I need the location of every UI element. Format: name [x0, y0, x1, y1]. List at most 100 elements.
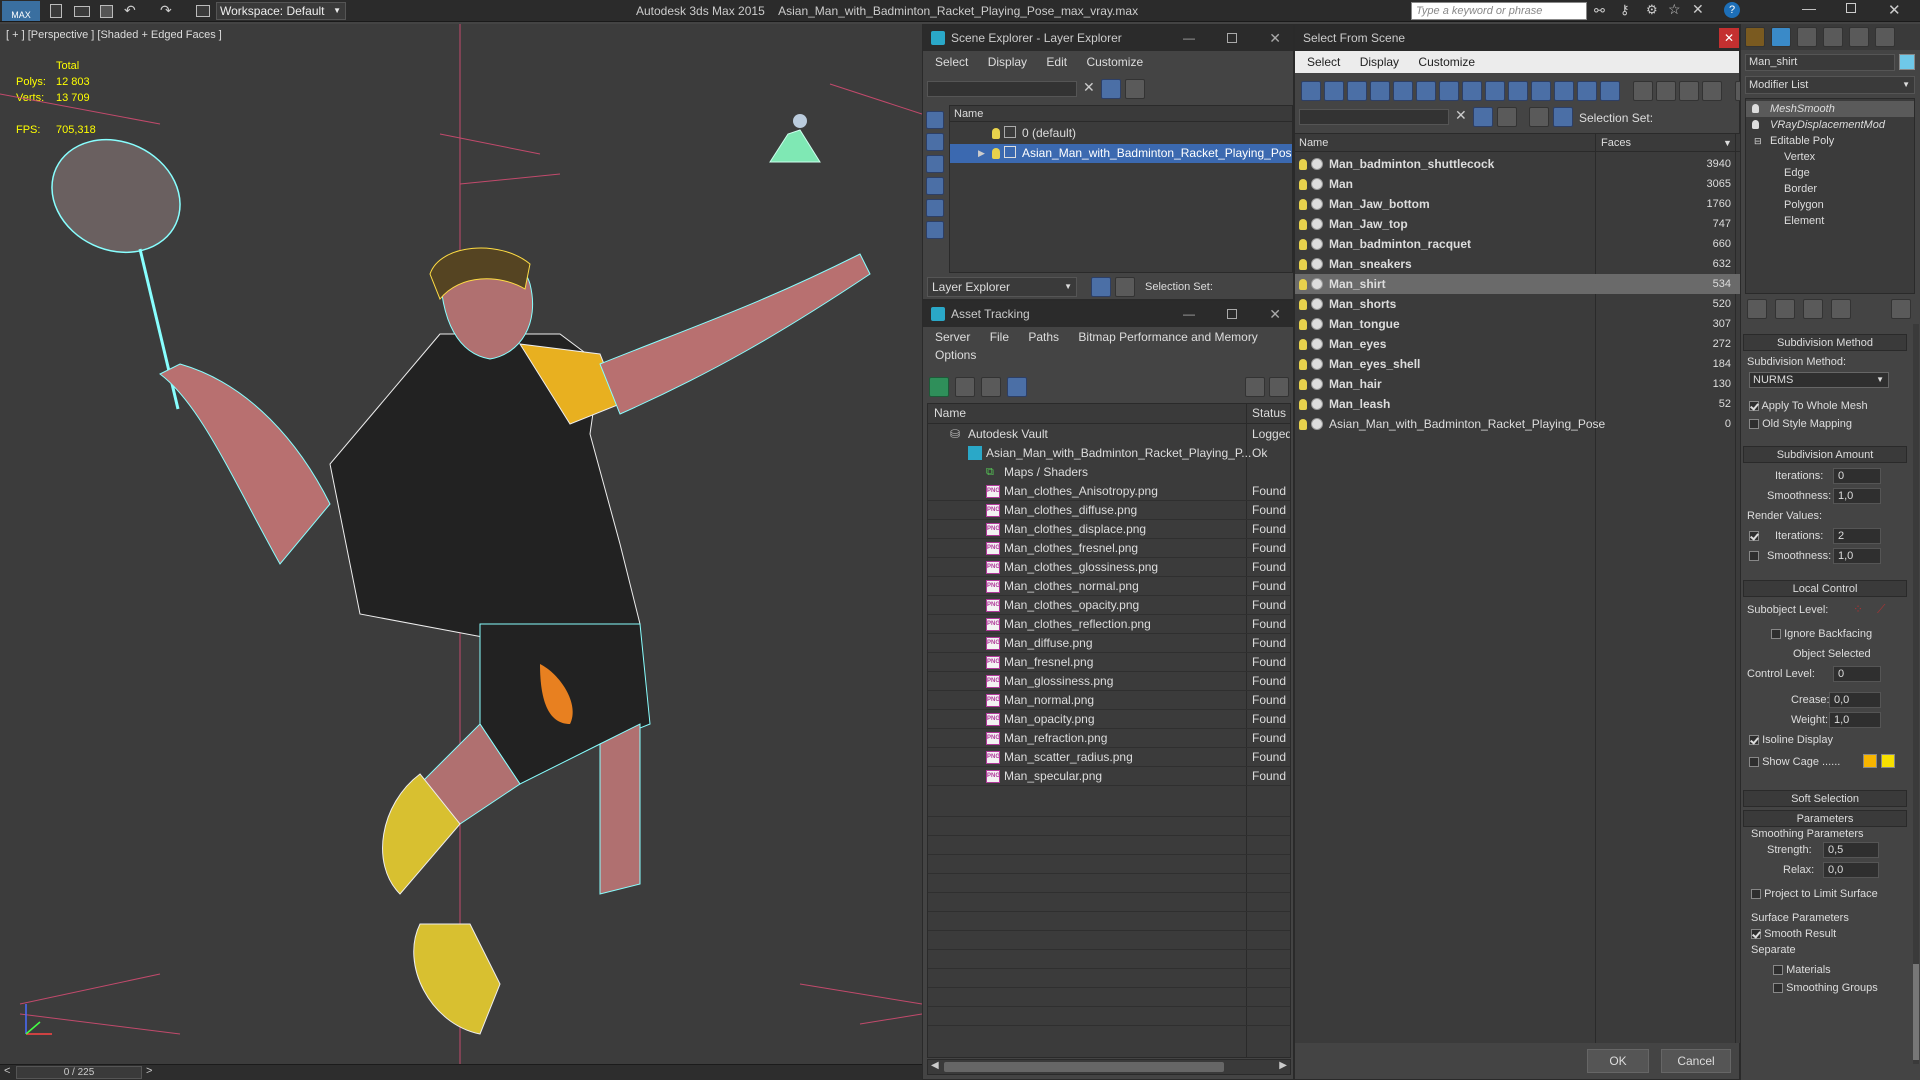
chevron-down-icon[interactable]: ▼: [1723, 134, 1732, 151]
asset-map-row[interactable]: PNG Man_clothes_diffuse.png Found: [928, 501, 1290, 520]
cage-color-swatch-1[interactable]: [1863, 754, 1877, 768]
menu-bitmap-performance[interactable]: Bitmap Performance and Memory: [1078, 330, 1257, 344]
asset-map-row[interactable]: PNG Man_clothes_glossiness.png Found: [928, 558, 1290, 577]
help-icon[interactable]: ?: [1724, 2, 1740, 18]
project-folder-icon[interactable]: [196, 5, 210, 17]
close-icon[interactable]: ✕: [1719, 28, 1739, 48]
light-bulb-icon[interactable]: [992, 148, 1000, 159]
tree-view-icon[interactable]: [981, 377, 1001, 397]
asset-map-row[interactable]: PNG Man_clothes_Anisotropy.png Found: [928, 482, 1290, 501]
checkbox-icon[interactable]: [1771, 629, 1781, 640]
asset-map-row[interactable]: PNG Man_opacity.png Found: [928, 710, 1290, 729]
modifier-stack-item[interactable]: Edge: [1746, 165, 1914, 181]
hierarchy-tab-icon[interactable]: [1797, 27, 1817, 47]
menu-display[interactable]: Display: [1360, 55, 1399, 69]
asset-map-row[interactable]: PNG Man_normal.png Found: [928, 691, 1290, 710]
materials-checkbox[interactable]: Materials: [1773, 964, 1831, 976]
checkbox-icon[interactable]: [1751, 889, 1761, 900]
refresh-icon[interactable]: [929, 377, 949, 397]
layers-toggle-icon[interactable]: [1091, 277, 1111, 297]
asset-row-vault[interactable]: ⛁ Autodesk Vault Logged: [928, 425, 1290, 444]
ok-button[interactable]: OK: [1587, 1049, 1649, 1073]
time-slider-handle[interactable]: 0 / 225: [16, 1066, 142, 1079]
menu-file[interactable]: File: [990, 330, 1009, 344]
restore-icon[interactable]: [1846, 3, 1856, 13]
menu-options[interactable]: Options: [935, 348, 976, 362]
clear-search-icon[interactable]: ✕: [1455, 107, 1467, 124]
checkbox-icon[interactable]: [1749, 735, 1759, 746]
workspace-dropdown[interactable]: Workspace: Default ▼: [216, 2, 346, 20]
binoculars-icon[interactable]: ⚯: [1594, 3, 1605, 19]
asset-map-row[interactable]: PNG Man_diffuse.png Found: [928, 634, 1290, 653]
asset-map-row[interactable]: PNG Man_refraction.png Found: [928, 729, 1290, 748]
display-spacewarps-icon[interactable]: [1416, 81, 1436, 101]
scene-object-row[interactable]: Asian_Man_with_Badminton_Racket_Playing_…: [1295, 414, 1741, 434]
render-smoothness-spinner[interactable]: 1,0: [1833, 548, 1881, 564]
menu-select[interactable]: Select: [935, 55, 968, 69]
perspective-viewport[interactable]: [ + ] [Perspective ] [Shaded + Edged Fac…: [0, 24, 922, 1064]
checkbox-icon[interactable]: [1773, 965, 1783, 976]
display-lights-icon[interactable]: [926, 155, 944, 173]
scene-object-row[interactable]: Man_badminton_racquet 660: [1295, 234, 1741, 254]
display-groups-icon[interactable]: [1439, 81, 1459, 101]
scroll-thumb[interactable]: [1913, 964, 1919, 1060]
modifier-stack-item[interactable]: VRayDisplacementMod: [1746, 117, 1914, 133]
modify-tab-icon[interactable]: [1771, 27, 1791, 47]
project-limit-checkbox[interactable]: Project to Limit Surface: [1751, 888, 1878, 900]
scene-object-row[interactable]: Man_Jaw_top 747: [1295, 214, 1741, 234]
layer-row-asian-man[interactable]: ▶ Asian_Man_with_Badminton_Racket_Playin…: [950, 144, 1292, 163]
display-shapes-icon[interactable]: [1324, 81, 1344, 101]
app-logo[interactable]: MAX: [2, 1, 40, 21]
layer-explorer-dropdown[interactable]: Layer Explorer ▼: [927, 277, 1077, 297]
scene-object-row[interactable]: Man_leash 52: [1295, 394, 1741, 414]
asset-tracking-titlebar[interactable]: Asset Tracking — ✕: [923, 301, 1293, 327]
show-end-result-icon[interactable]: [1775, 299, 1795, 319]
time-slider[interactable]: < 0 / 225 >: [0, 1064, 922, 1080]
checkbox-icon[interactable]: [1749, 551, 1759, 562]
save-icon[interactable]: [100, 5, 113, 18]
local-control-rollout[interactable]: Local Control: [1743, 580, 1907, 597]
modifier-stack-item[interactable]: Vertex: [1746, 149, 1914, 165]
display-shapes-icon[interactable]: [926, 133, 944, 151]
parameters-rollout[interactable]: Parameters: [1743, 810, 1907, 827]
iterations-spinner[interactable]: 0: [1833, 468, 1881, 484]
menu-server[interactable]: Server: [935, 330, 970, 344]
light-bulb-icon[interactable]: [1299, 199, 1307, 210]
light-bulb-icon[interactable]: [1299, 219, 1307, 230]
restore-icon[interactable]: [1227, 33, 1237, 43]
vertex-level-icon[interactable]: ⁘: [1853, 602, 1863, 616]
show-cage-checkbox[interactable]: Show Cage ......: [1749, 756, 1840, 768]
expand-icon[interactable]: ⊟: [1754, 133, 1762, 149]
display-frozen-icon[interactable]: [1531, 81, 1551, 101]
asset-row-file[interactable]: Asian_Man_with_Badminton_Racket_Playing_…: [928, 444, 1290, 463]
modifier-stack-item[interactable]: Border: [1746, 181, 1914, 197]
apply-whole-mesh-checkbox[interactable]: Apply To Whole Mesh: [1749, 400, 1868, 412]
asset-map-row[interactable]: PNG Man_clothes_reflection.png Found: [928, 615, 1290, 634]
object-color-swatch[interactable]: [1899, 54, 1915, 70]
minimize-icon[interactable]: —: [1183, 301, 1195, 327]
smoothing-groups-checkbox[interactable]: Smoothing Groups: [1773, 982, 1878, 994]
light-bulb-icon[interactable]: [1299, 419, 1307, 430]
modifier-stack-item[interactable]: Polygon: [1746, 197, 1914, 213]
display-tab-icon[interactable]: [1849, 27, 1869, 47]
asset-map-row[interactable]: PNG Man_clothes_displace.png Found: [928, 520, 1290, 539]
smoothness-spinner[interactable]: 1,0: [1833, 488, 1881, 504]
scroll-left-icon[interactable]: ◀: [931, 1060, 939, 1071]
time-next-button[interactable]: >: [146, 1065, 152, 1077]
display-geometry-icon[interactable]: [926, 111, 944, 129]
asset-map-row[interactable]: PNG Man_clothes_opacity.png Found: [928, 596, 1290, 615]
search-input[interactable]: Type a keyword or phrase: [1411, 2, 1587, 20]
scene-object-row[interactable]: Man_sneakers 632: [1295, 254, 1741, 274]
modifier-stack-item[interactable]: MeshSmooth: [1746, 101, 1914, 117]
light-bulb-icon[interactable]: [1299, 279, 1307, 290]
light-bulb-icon[interactable]: [1299, 239, 1307, 250]
scene-object-row[interactable]: Man_eyes_shell 184: [1295, 354, 1741, 374]
table-view-icon[interactable]: [1007, 377, 1027, 397]
weight-spinner[interactable]: 1,0: [1829, 712, 1881, 728]
select-from-scene-titlebar[interactable]: Select From Scene ✕: [1295, 25, 1739, 51]
configure-sets-icon[interactable]: [1891, 299, 1911, 319]
scene-object-row[interactable]: Man_shorts 520: [1295, 294, 1741, 314]
scene-object-row[interactable]: Man_eyes 272: [1295, 334, 1741, 354]
scene-explorer-titlebar[interactable]: Scene Explorer - Layer Explorer — ✕: [923, 25, 1293, 51]
display-geometry-icon[interactable]: [1301, 81, 1321, 101]
